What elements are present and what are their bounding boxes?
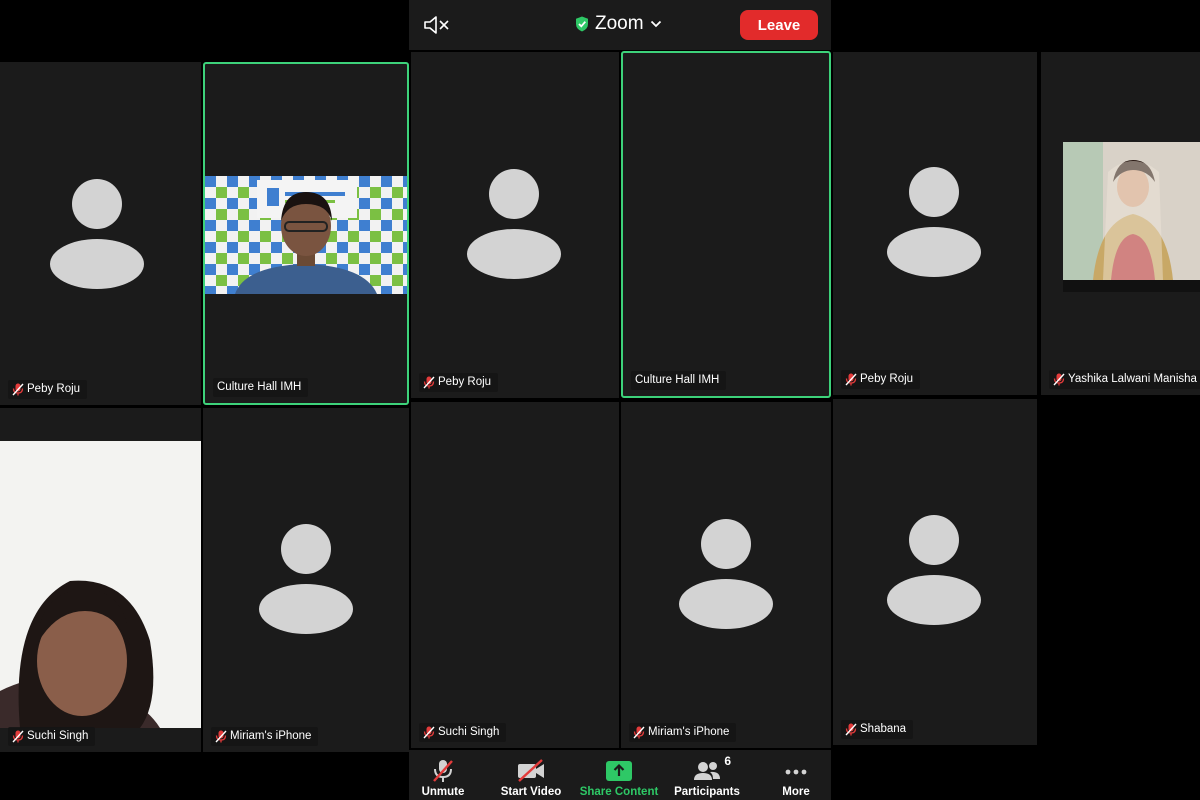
participant-name-tag: Miriam's iPhone bbox=[211, 727, 319, 746]
avatar-placeholder-icon bbox=[679, 519, 773, 629]
leave-button[interactable]: Leave bbox=[740, 10, 818, 40]
participant-name-tag: Suchi Singh bbox=[419, 723, 507, 742]
more-dots-icon bbox=[785, 769, 807, 775]
mic-muted-icon bbox=[845, 723, 857, 736]
participant-name-tag: Suchi Singh bbox=[8, 727, 96, 746]
participants-count: 6 bbox=[724, 754, 731, 768]
participant-name-tag: Miriam's iPhone bbox=[629, 723, 737, 742]
meeting-title[interactable]: Zoom bbox=[575, 13, 662, 35]
participant-video bbox=[1063, 142, 1200, 292]
participant-tile[interactable]: Miriam's iPhone bbox=[621, 402, 831, 748]
avatar-placeholder-icon bbox=[50, 179, 144, 289]
participant-tile[interactable]: Suchi Singh bbox=[411, 402, 619, 748]
video-feed-image bbox=[205, 176, 407, 294]
start-video-button[interactable]: Start Video bbox=[489, 758, 573, 798]
participant-tile[interactable]: Shabana bbox=[833, 399, 1037, 745]
video-feed-image bbox=[0, 441, 201, 728]
participants-button[interactable]: 6 Participants bbox=[665, 754, 749, 798]
participant-tile[interactable]: Peby Roju bbox=[0, 62, 201, 405]
mic-muted-icon bbox=[215, 730, 227, 743]
meeting-toolbar: Unmute Start Video Share Content 6 Parti… bbox=[409, 750, 831, 800]
participant-tile-active[interactable]: Culture Hall IMH bbox=[621, 51, 831, 398]
mic-muted-icon bbox=[423, 376, 435, 389]
profile-picture-image bbox=[1063, 142, 1200, 292]
mic-muted-icon bbox=[12, 383, 24, 396]
participant-video bbox=[205, 176, 407, 294]
share-screen-icon bbox=[606, 761, 632, 781]
participant-tile[interactable]: Peby Roju bbox=[411, 52, 619, 398]
speaker-muted-icon[interactable] bbox=[423, 14, 451, 36]
avatar-placeholder-icon bbox=[467, 169, 561, 279]
video-camera-muted-icon bbox=[518, 759, 544, 782]
mic-muted-icon bbox=[12, 730, 24, 743]
shield-check-icon bbox=[576, 16, 588, 32]
participant-name-tag: Yashika Lalwani Manisha L bbox=[1049, 370, 1200, 389]
more-button[interactable]: More bbox=[754, 758, 838, 798]
mic-muted-icon bbox=[845, 373, 857, 386]
mic-muted-icon bbox=[633, 726, 645, 739]
avatar-placeholder-icon bbox=[887, 515, 981, 625]
microphone-muted-icon bbox=[433, 760, 453, 782]
avatar-placeholder-icon bbox=[259, 524, 353, 634]
participant-tile[interactable]: Miriam's iPhone bbox=[203, 408, 409, 752]
participant-video bbox=[0, 441, 201, 728]
participant-name-tag: Peby Roju bbox=[419, 373, 499, 392]
participant-name-tag: Culture Hall IMH bbox=[631, 371, 727, 390]
participant-tile[interactable]: Yashika Lalwani Manisha L bbox=[1041, 52, 1200, 395]
participant-name-tag: Peby Roju bbox=[8, 380, 88, 399]
participants-icon bbox=[694, 762, 720, 780]
participant-name-tag: Peby Roju bbox=[841, 370, 921, 389]
participant-tile[interactable]: Suchi Singh bbox=[0, 408, 201, 752]
meeting-top-bar: Zoom Leave bbox=[409, 0, 831, 50]
participant-name-tag: Shabana bbox=[841, 720, 914, 739]
unmute-button[interactable]: Unmute bbox=[401, 758, 485, 798]
avatar-placeholder-icon bbox=[887, 167, 981, 277]
chevron-down-icon bbox=[650, 20, 661, 28]
participant-tile[interactable]: Peby Roju bbox=[833, 52, 1037, 395]
mic-muted-icon bbox=[1053, 373, 1065, 386]
share-content-button[interactable]: Share Content bbox=[577, 758, 661, 798]
mic-muted-icon bbox=[423, 726, 435, 739]
participant-name-tag: Culture Hall IMH bbox=[213, 378, 309, 397]
participant-tile-active[interactable]: Culture Hall IMH bbox=[203, 62, 409, 405]
